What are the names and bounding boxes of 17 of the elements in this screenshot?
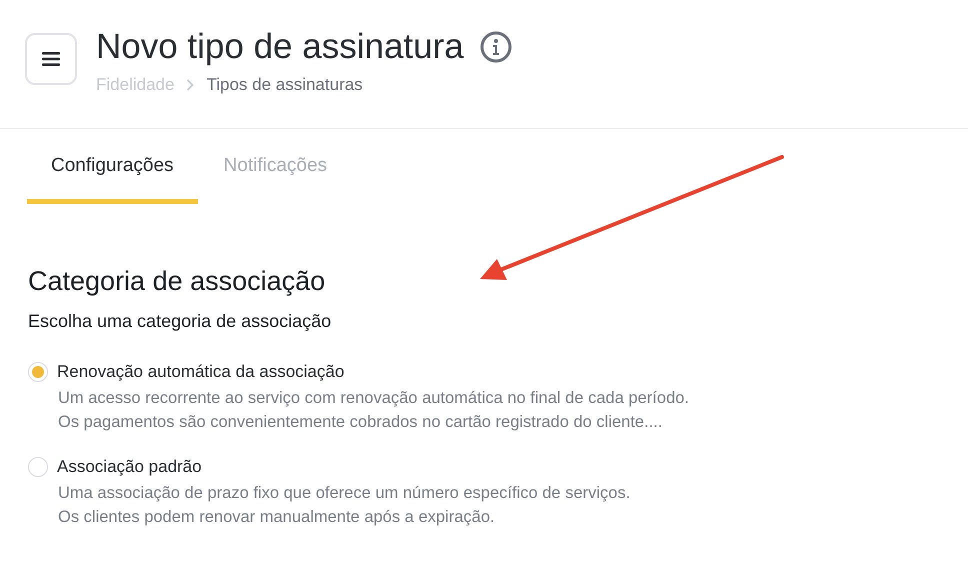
menu-button[interactable] [25, 33, 77, 85]
breadcrumb-link[interactable]: Tipos de assinaturas [206, 75, 363, 95]
section-heading: Categoria de associação [28, 266, 326, 297]
section-subheading: Escolha uma categoria de associação [28, 311, 332, 332]
option-description: Um acesso recorrente ao serviço com renovação automática no final de cada período. [58, 388, 690, 409]
radio-button[interactable] [28, 457, 48, 477]
option-label: Associação padrão [57, 457, 202, 477]
tab[interactable]: Configurações [27, 149, 198, 204]
menu-icon [42, 52, 60, 66]
option-description: Os clientes podem renovar manualmente após a expiração. [58, 507, 496, 528]
page-title: Novo tipo de assinatura [96, 27, 464, 67]
radio-button[interactable] [28, 362, 48, 382]
chevron-right-icon [186, 79, 194, 91]
info-icon[interactable] [480, 31, 512, 63]
option-description: Uma associação de prazo fixo que oferece um número específico de serviços. [58, 483, 632, 504]
option-label: Renovação automática da associação [57, 362, 344, 382]
option-description: Os pagamentos são convenientemente cobrados no cartão registrado do cliente.... [58, 412, 664, 433]
